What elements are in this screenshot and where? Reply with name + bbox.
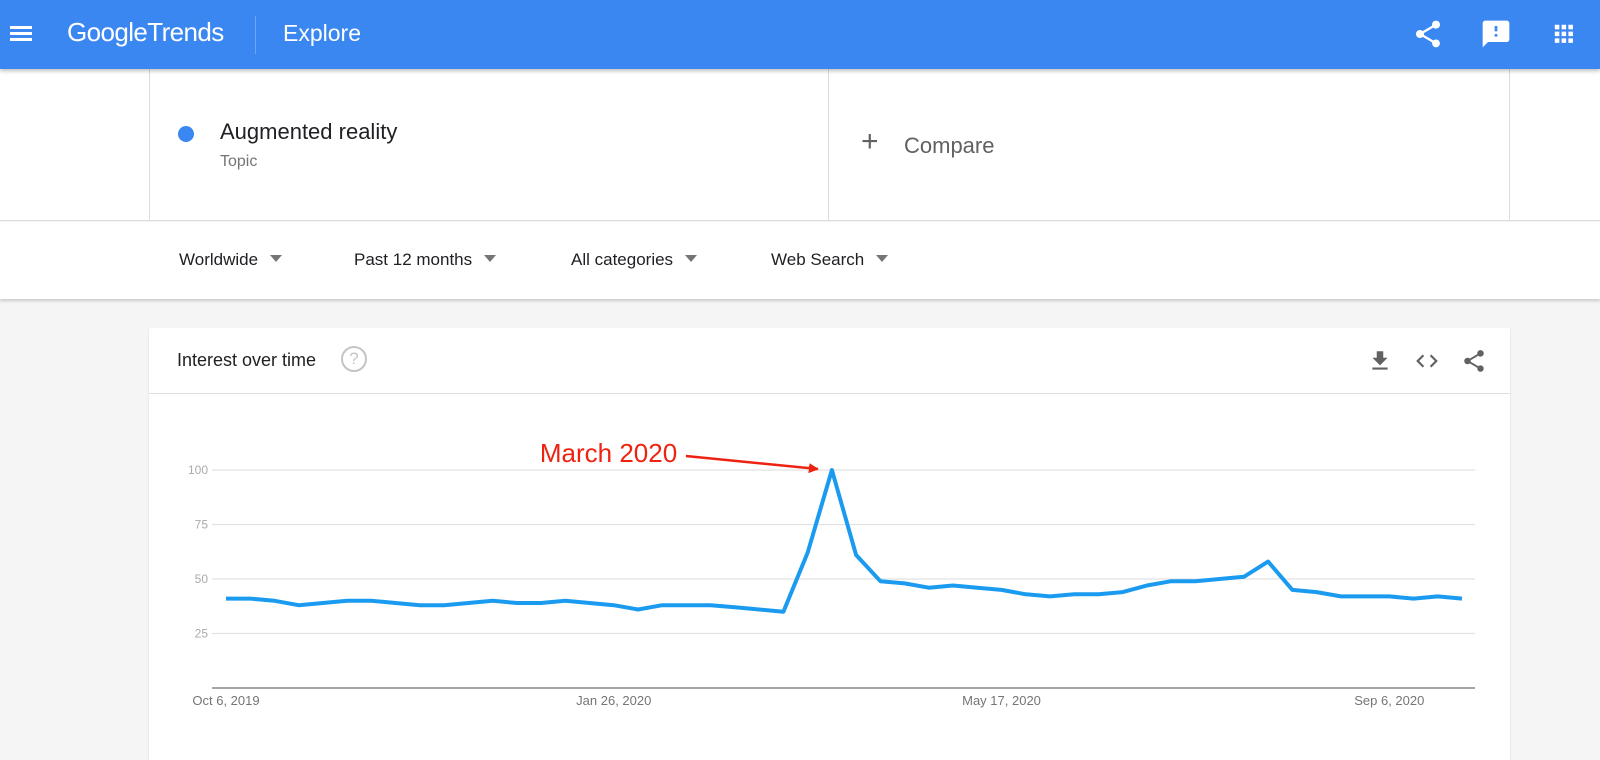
data-point[interactable] [877,578,883,584]
data-point[interactable] [780,609,786,615]
data-point[interactable] [999,587,1005,593]
y-tick-label: 50 [195,572,209,586]
download-icon[interactable] [1367,348,1393,374]
data-point[interactable] [1362,593,1368,599]
data-point[interactable] [538,600,544,606]
data-point[interactable] [732,604,738,610]
interest-over-time-card: Interest over time ? [149,328,1510,760]
data-point[interactable] [1289,587,1295,593]
data-point[interactable] [926,585,932,591]
x-tick-label: May 17, 2020 [962,693,1041,708]
dropdown-arrow-icon [685,255,698,263]
data-point[interactable] [562,598,568,604]
share-icon[interactable] [1461,348,1487,374]
dropdown-arrow-icon [484,255,497,263]
data-point[interactable] [320,600,326,606]
data-point[interactable] [1120,589,1126,595]
annotation-label: March 2020 [540,438,677,468]
data-point[interactable] [368,598,374,604]
data-point[interactable] [1314,589,1320,595]
data-point[interactable] [829,467,835,473]
category-dropdown-label: All categories [571,250,674,269]
y-tick-label: 75 [195,518,209,532]
data-point[interactable] [974,585,980,591]
compare-label: Compare [904,133,995,158]
time-range-dropdown[interactable]: Past 12 months [354,250,497,270]
header-divider [255,16,256,54]
data-point[interactable] [296,602,302,608]
google-trends-logo[interactable]: GoogleTrends [67,17,224,48]
data-point[interactable] [1192,578,1198,584]
data-point[interactable] [1023,591,1029,597]
data-point[interactable] [1144,583,1150,589]
category-dropdown[interactable]: All categories [571,250,698,270]
data-point[interactable] [223,596,229,602]
data-point[interactable] [1435,593,1441,599]
data-point[interactable] [247,596,253,602]
data-point[interactable] [950,583,956,589]
data-point[interactable] [344,598,350,604]
data-point[interactable] [1459,596,1465,602]
filter-bar: Worldwide Past 12 months All categories … [0,222,1600,299]
data-point[interactable] [465,600,471,606]
card-header: Interest over time ? [149,328,1510,394]
data-point[interactable] [271,598,277,604]
data-point[interactable] [805,550,811,556]
data-point[interactable] [635,607,641,613]
embed-code-icon[interactable] [1414,348,1440,374]
search-terms-row: Augmented reality Topic + Compare [0,69,1600,221]
data-point[interactable] [1386,593,1392,599]
data-point[interactable] [1071,591,1077,597]
x-tick-label: Oct 6, 2019 [192,693,259,708]
data-point[interactable] [1095,591,1101,597]
data-point[interactable] [441,602,447,608]
top-app-bar: GoogleTrends Explore [0,0,1600,69]
data-point[interactable] [756,607,762,613]
data-point[interactable] [1338,593,1344,599]
data-point[interactable] [902,580,908,586]
card-title: Interest over time [177,350,317,370]
data-point[interactable] [1217,576,1223,582]
data-point[interactable] [393,600,399,606]
plus-icon: + [861,125,879,158]
data-point[interactable] [853,552,859,558]
data-point[interactable] [514,600,520,606]
search-term-type: Topic [220,153,258,170]
page-title: Explore [283,20,361,46]
data-point[interactable] [611,602,617,608]
data-point[interactable] [1047,593,1053,599]
feedback-icon[interactable] [1480,18,1512,50]
data-point[interactable] [683,602,689,608]
search-term-card[interactable]: Augmented reality Topic [149,69,829,221]
term-color-dot [178,126,194,142]
search-type-dropdown-label: Web Search [771,250,865,269]
data-point[interactable] [659,602,665,608]
logo-google: Google [67,17,148,47]
y-tick-label: 100 [188,463,208,477]
search-term-name: Augmented reality [220,119,398,144]
apps-grid-icon[interactable] [1548,18,1580,50]
logo-trends: Trends [147,17,224,47]
y-tick-label: 25 [195,627,209,641]
region-dropdown-label: Worldwide [179,250,259,269]
menu-icon[interactable] [8,20,36,48]
data-point[interactable] [1168,578,1174,584]
search-type-dropdown[interactable]: Web Search [771,250,889,270]
time-range-dropdown-label: Past 12 months [354,250,473,269]
compare-button[interactable]: + Compare [829,69,1510,221]
region-dropdown[interactable]: Worldwide [179,250,283,270]
dropdown-arrow-icon [876,255,889,263]
data-point[interactable] [1411,596,1417,602]
x-tick-label: Sep 6, 2020 [1354,693,1424,708]
x-tick-label: Jan 26, 2020 [576,693,651,708]
share-icon[interactable] [1412,18,1444,50]
data-point[interactable] [587,600,593,606]
data-point[interactable] [417,602,423,608]
data-point[interactable] [1241,574,1247,580]
data-point[interactable] [1265,559,1271,565]
dropdown-arrow-icon [270,255,283,263]
help-icon[interactable]: ? [341,346,367,372]
data-point[interactable] [708,602,714,608]
data-point[interactable] [490,598,496,604]
